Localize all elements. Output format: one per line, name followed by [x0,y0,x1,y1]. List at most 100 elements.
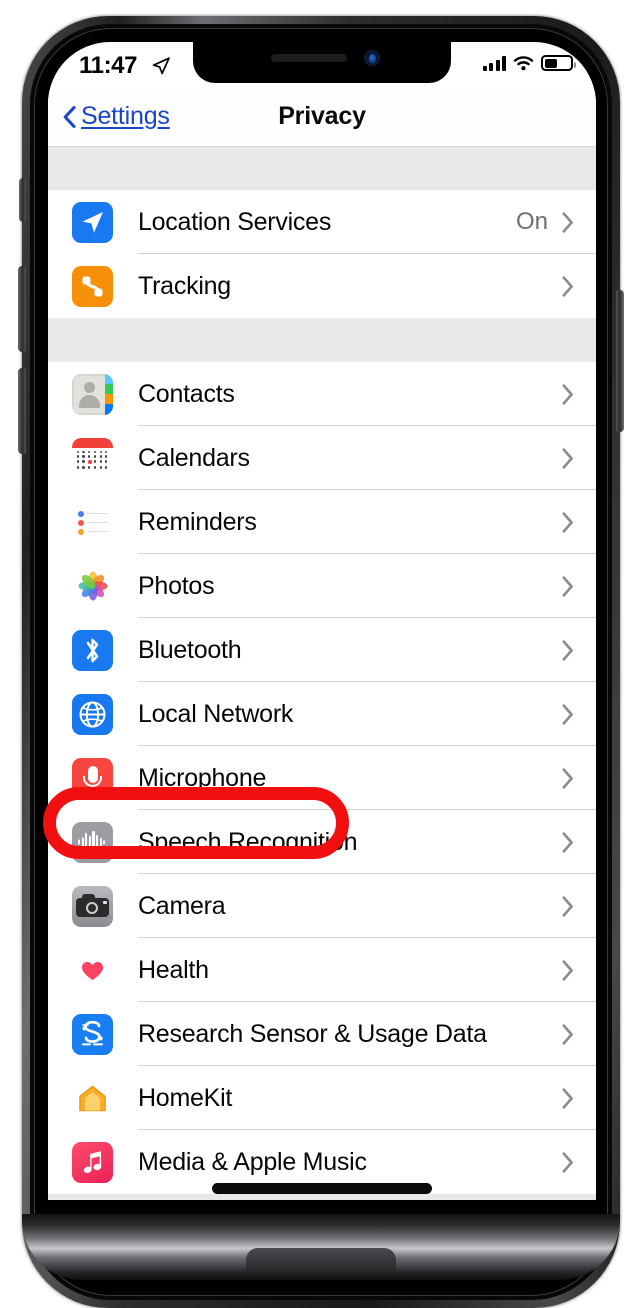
waveform-icon [72,821,113,863]
microphone-icon [72,757,113,799]
settings-row-label: Reminders [138,507,257,536]
chevron-right-icon [562,1087,573,1109]
settings-row-camera[interactable]: Camera [48,874,596,938]
home-indicator[interactable] [212,1183,432,1194]
chevron-right-icon [562,895,573,917]
settings-row-accessory [562,275,574,297]
settings-row-value: On [515,208,548,235]
chevron-right-icon [562,447,573,469]
settings-row-calendars[interactable]: Calendars [48,426,596,490]
front-camera-icon [364,50,380,66]
settings-row-label: Research Sensor & Usage Data [138,1019,487,1048]
settings-row-label: Local Network [138,699,294,728]
settings-row-health[interactable]: Health [48,938,596,1002]
settings-row-accessory [562,1023,574,1045]
settings-row-research-sensor[interactable]: Research Sensor & Usage Data [48,1002,596,1066]
chevron-right-icon [562,211,573,233]
calendar-icon [72,437,113,479]
chevron-right-icon [562,1151,573,1173]
phone-notch [193,40,451,83]
status-bar-time: 11:47 [79,52,138,79]
settings-row-accessory [562,703,574,725]
settings-row-accessory [562,447,574,469]
tracking-icon [72,265,113,307]
screen-bottom-edge [48,1200,596,1214]
settings-row-homekit[interactable]: HomeKit [48,1066,596,1130]
settings-row-label: Microphone [138,763,267,792]
research-sensor-icon [72,1013,113,1055]
phone-bottom-frame [22,1214,620,1280]
settings-row-accessory [562,959,574,981]
globe-icon [72,693,113,735]
settings-row-label: Photos [138,571,215,600]
settings-row-accessory [562,383,574,405]
settings-row-tracking[interactable]: Tracking [48,254,596,318]
settings-row-label: Camera [138,891,226,920]
settings-row-label: Health [138,955,209,984]
settings-row-accessory [562,895,574,917]
settings-row-photos[interactable]: Photos [48,554,596,618]
settings-list-scroll-area[interactable]: Location Services On Tracking Contacts C… [48,147,596,1200]
settings-row-accessory [562,639,574,661]
earpiece-speaker [271,54,347,62]
battery-fill [544,58,557,68]
volume-down-button[interactable] [18,368,26,454]
chevron-right-icon [562,575,573,597]
camera-icon [72,885,113,927]
settings-row-local-network[interactable]: Local Network [48,682,596,746]
settings-row-label: Speech Recognition [138,827,358,856]
photos-icon [72,565,113,607]
power-button[interactable] [616,290,624,432]
settings-group-app-permissions: Contacts Calendars Reminders Photos Blue… [48,362,596,1194]
settings-row-microphone[interactable]: Microphone [48,746,596,810]
settings-row-bluetooth[interactable]: Bluetooth [48,618,596,682]
section-gap-top [48,147,596,190]
chevron-right-icon [562,639,573,661]
settings-group-location: Location Services On Tracking [48,190,596,318]
settings-row-reminders[interactable]: Reminders [48,490,596,554]
settings-row-label: Contacts [138,379,235,408]
wifi-icon [513,56,534,71]
volume-up-button[interactable] [18,266,26,352]
settings-row-accessory [562,1151,574,1173]
settings-row-accessory [562,1087,574,1109]
chevron-right-icon [562,959,573,981]
location-arrow-icon [152,57,170,75]
chevron-right-icon [562,767,573,789]
settings-row-label: Bluetooth [138,635,242,664]
chevron-right-icon [562,703,573,725]
music-note-icon [72,1141,113,1183]
settings-row-label: Calendars [138,443,250,472]
status-bar-indicators [482,55,576,71]
settings-row-label: Tracking [138,271,231,300]
signal-bars-icon [482,55,506,71]
house-icon [72,1077,113,1119]
navigation-bar: Settings Privacy [48,90,596,147]
settings-row-label: Location Services [138,207,332,236]
location-arrow-icon [72,201,113,243]
settings-row-accessory [562,767,574,789]
settings-row-accessory [562,511,574,533]
settings-row-contacts[interactable]: Contacts [48,362,596,426]
chevron-right-icon [562,1023,573,1045]
mute-switch-button[interactable] [19,178,26,222]
settings-row-accessory: On [516,208,574,236]
bluetooth-icon [72,629,113,671]
chevron-right-icon [562,831,573,853]
chevron-right-icon [562,383,573,405]
settings-row-accessory [562,575,574,597]
settings-row-label: Media & Apple Music [138,1147,367,1176]
chevron-right-icon [562,275,573,297]
phone-screen: 11:47 Settings Privacy Location Services… [48,42,596,1200]
contacts-icon [72,373,113,415]
chevron-right-icon [562,511,573,533]
settings-row-location-services[interactable]: Location Services On [48,190,596,254]
battery-icon [541,55,576,71]
section-gap-middle [48,318,596,362]
settings-row-accessory [562,831,574,853]
reminders-icon [72,501,113,543]
settings-row-speech-recognition[interactable]: Speech Recognition [48,810,596,874]
heart-icon [72,949,113,991]
page-title: Privacy [278,102,366,130]
settings-row-label: HomeKit [138,1083,233,1112]
